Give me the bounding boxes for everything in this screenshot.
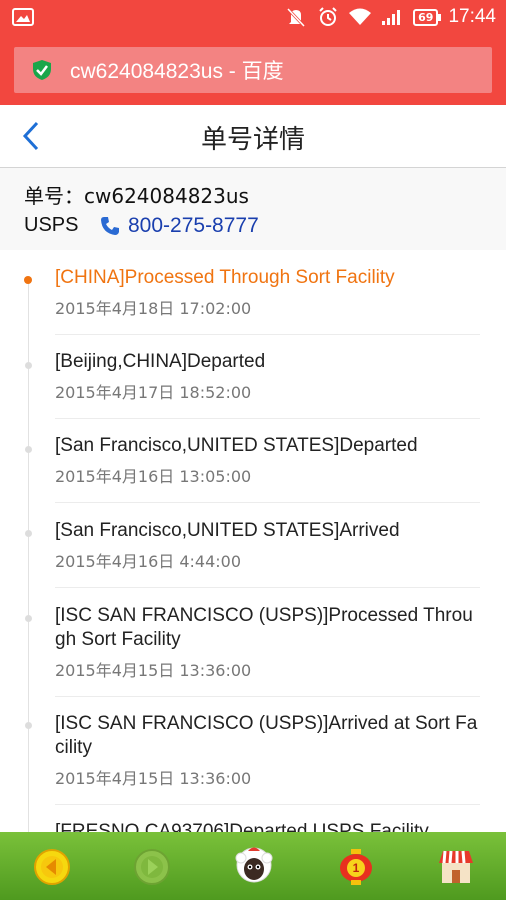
browser-toolbar: cw624084823us - 百度 xyxy=(0,35,506,105)
list-item: [Beijing,CHINA]Departed 2015年4月17日 18:52… xyxy=(55,350,480,419)
lantern-button[interactable]: 1 xyxy=(336,847,376,887)
list-item: [CHINA]Processed Through Sort Facility 2… xyxy=(55,266,480,335)
event-time: 2015年4月15日 13:36:00 xyxy=(55,661,252,680)
mute-icon xyxy=(287,7,306,28)
event-message: [FRESNO,CA93706]Departed USPS Facility xyxy=(55,821,429,832)
battery-icon: 69 xyxy=(413,8,442,26)
page-header: 单号详情 xyxy=(0,105,506,168)
timeline-dot xyxy=(25,722,32,729)
event-message: [ISC SAN FRANCISCO (USPS)]Processed Thro… xyxy=(55,605,473,650)
timeline-dot xyxy=(25,362,32,369)
shield-check-icon xyxy=(33,60,51,80)
tracking-number: 单号：cw624084823us xyxy=(24,184,249,208)
url-text: cw624084823us - 百度 xyxy=(70,60,284,83)
clock: 17:44 xyxy=(448,6,496,27)
alarm-icon xyxy=(319,7,337,26)
tracking-info: 单号：cw624084823us USPS 800-275-8777 xyxy=(0,168,506,250)
list-item: [San Francisco,UNITED STATES]Departed 20… xyxy=(55,434,480,503)
store-icon[interactable] xyxy=(436,847,476,887)
event-message: [Beijing,CHINA]Departed xyxy=(55,351,266,372)
timeline-dot-current xyxy=(24,276,32,284)
list-item: [San Francisco,UNITED STATES]Arrived 201… xyxy=(55,519,480,588)
page-title: 单号详情 xyxy=(200,125,305,155)
sheep-mascot-icon[interactable] xyxy=(232,844,276,888)
event-message: [ISC SAN FRANCISCO (USPS)]Arrived at Sor… xyxy=(55,713,478,758)
timeline-dot xyxy=(25,446,32,453)
bottom-toolbar: 1 xyxy=(0,832,506,900)
timeline-dot xyxy=(25,530,32,537)
phone-icon xyxy=(101,217,119,235)
event-time: 2015年4月17日 18:52:00 xyxy=(55,383,252,402)
timeline-dot xyxy=(25,615,32,622)
phone-number: 800-275-8777 xyxy=(128,214,259,237)
list-item: [ISC SAN FRANCISCO (USPS)]Arrived at Sor… xyxy=(55,712,480,805)
signal-icon xyxy=(382,10,401,25)
url-bar[interactable]: cw624084823us - 百度 xyxy=(14,47,492,93)
wifi-icon xyxy=(349,8,372,25)
event-message: [CHINA]Processed Through Sort Facility xyxy=(55,267,395,288)
event-time: 2015年4月16日 13:05:00 xyxy=(55,467,252,486)
status-bar: 69 17:44 xyxy=(0,0,506,35)
event-time: 2015年4月16日 4:44:00 xyxy=(55,552,242,571)
back-button[interactable] xyxy=(32,847,72,887)
event-time: 2015年4月15日 13:36:00 xyxy=(55,769,252,788)
phone-link[interactable]: 800-275-8777 xyxy=(100,214,259,238)
carrier-name: USPS xyxy=(24,214,79,236)
forward-button[interactable] xyxy=(132,847,172,887)
notification-badge: 1 xyxy=(347,859,365,877)
event-message: [San Francisco,UNITED STATES]Departed xyxy=(55,435,418,456)
list-item: [ISC SAN FRANCISCO (USPS)]Processed Thro… xyxy=(55,604,480,697)
list-item: [FRESNO,CA93706]Departed USPS Facility xyxy=(55,820,480,832)
image-icon xyxy=(12,8,34,26)
event-message: [San Francisco,UNITED STATES]Arrived xyxy=(55,520,400,541)
event-time: 2015年4月18日 17:02:00 xyxy=(55,299,252,318)
tracking-timeline: [CHINA]Processed Through Sort Facility 2… xyxy=(0,250,506,832)
